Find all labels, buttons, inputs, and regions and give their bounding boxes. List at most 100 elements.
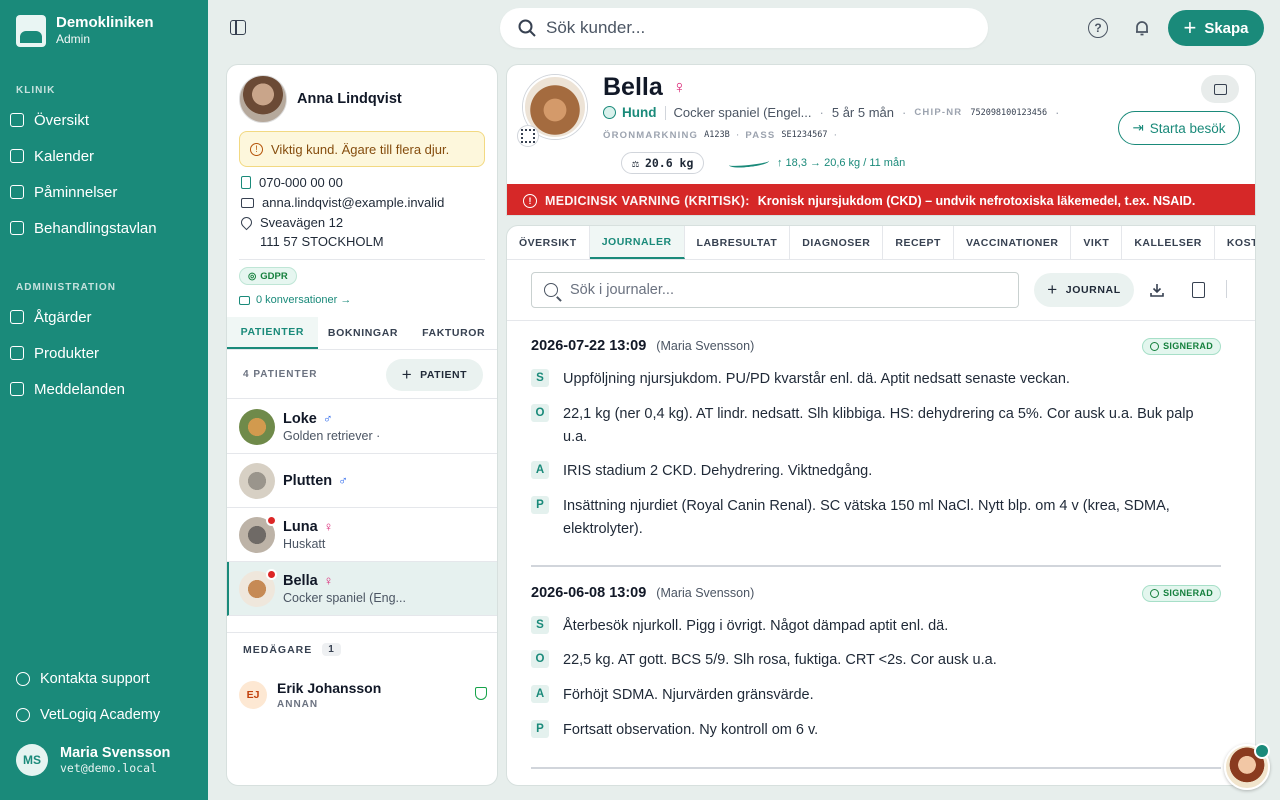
customer-search-input[interactable] [546, 18, 946, 38]
tab-patienter[interactable]: PATIENTER [227, 317, 318, 349]
patients-header: 4 PATIENTER + PATIENT [227, 351, 497, 399]
male-icon: ♂ [338, 473, 348, 488]
document-icon[interactable] [1190, 282, 1206, 298]
sidebar-item-kalender[interactable]: Kalender [8, 141, 200, 171]
clinic-brand[interactable]: Demokliniken Admin [16, 14, 154, 47]
download-icon[interactable] [1149, 282, 1165, 298]
tab-fakturor[interactable]: FAKTUROR [408, 317, 497, 349]
sidebar-item-produkter[interactable]: Produkter [8, 338, 200, 368]
tab-kostnads[interactable]: KOSTNADS [1215, 226, 1255, 259]
patient-age: 5 år 5 mån [831, 105, 895, 120]
box-icon [10, 346, 24, 360]
vip-note: ! Viktig kund. Ägare till flera djur. [239, 131, 485, 167]
soap-objective: O 22,1 kg (ner 0,4 kg). AT lindr. nedsatt… [531, 403, 1221, 449]
owner-email[interactable]: anna.lindqvist@example.invalid [241, 195, 444, 210]
patient-row-luna[interactable]: Luna ♀ Huskatt [227, 508, 497, 562]
journal-entry[interactable]: 2026-06-08 13:09 (Maria Svensson) SIGNER… [531, 583, 1221, 753]
journal-search-input[interactable] [570, 282, 990, 298]
check-circle-icon [1150, 588, 1160, 598]
sidebar-item-paminnelser[interactable]: Påminnelser [8, 177, 200, 207]
signed-badge: SIGNERAD [1142, 584, 1221, 602]
message-button[interactable] [1201, 75, 1239, 103]
patient-title: Bella ♀ [603, 73, 686, 102]
patient-header-card: Bella ♀ Hund Cocker spaniel (Engel... · 5… [506, 64, 1256, 216]
journal-entry[interactable]: 2026-07-22 13:09 (Maria Svensson) SIGNER… [531, 336, 1221, 556]
help-icon[interactable]: ? [1088, 18, 1108, 38]
female-icon: ♀ [323, 519, 334, 534]
patient-breed: Cocker spaniel (Engel... [673, 105, 812, 120]
calendar-icon [10, 149, 24, 163]
journal-panel: ÖVERSIKT JOURNALER LABRESULTAT DIAGNOSER… [506, 225, 1256, 786]
tab-kallelser[interactable]: KALLELSER [1122, 226, 1215, 259]
entry-date: 2026-07-22 13:09 [531, 338, 647, 354]
gdpr-badge[interactable]: ◎ GDPR [239, 267, 297, 285]
tab-journaler[interactable]: JOURNALER [589, 226, 685, 259]
soap-assessment: A IRIS stadium 2 CKD. Dehydrering. Viktne… [531, 460, 1221, 483]
shield-icon: ◎ [248, 270, 257, 282]
divider [1226, 280, 1227, 298]
sidebar-item-atgarder[interactable]: Åtgärder [8, 302, 200, 332]
tab-bokningar[interactable]: BOKNINGAR [318, 317, 409, 349]
journal-toolbar: +JOURNAL [507, 261, 1255, 321]
divider [239, 259, 485, 260]
soap-subjective: S Återbesök njurkoll. Pigg i övrigt. Någo… [531, 615, 1221, 638]
patient-row-bella[interactable]: Bella ♀ Cocker spaniel (Eng... [227, 562, 497, 616]
tab-recept[interactable]: RECEPT [883, 226, 954, 259]
patients-count: 4 PATIENTER [243, 369, 318, 380]
current-user[interactable]: MS Maria Svensson vet@demo.local [16, 744, 170, 776]
coowner-row[interactable]: EJ Erik Johansson ANNAN [239, 675, 487, 715]
sidebar-item-oversikt[interactable]: Översikt [8, 105, 200, 135]
owner-panel: Anna Lindqvist ! Viktig kund. Ägare till… [226, 64, 498, 786]
owner-address: Sveavägen 12 111 57 STOCKHOLM [238, 214, 384, 249]
patient-name: Bella [603, 73, 663, 101]
coowner-role: ANNAN [277, 699, 319, 710]
owner-phone[interactable]: 070-000 00 00 [241, 175, 343, 190]
soap-subjective: S Uppföljning njursjukdom. PU/PD kvarstår… [531, 368, 1221, 391]
patient-row-plutten[interactable]: Plutten ♂ [227, 454, 497, 508]
divider [531, 767, 1221, 769]
customer-search[interactable] [500, 8, 988, 48]
weight-trend: ↑ 18,3 → 20,6 kg / 11 mån [729, 156, 905, 170]
sidebar-item-meddelanden[interactable]: Meddelanden [8, 374, 200, 404]
scale-icon: ⚖ [632, 156, 639, 170]
add-patient-button[interactable]: + PATIENT [385, 358, 483, 391]
weight-chip[interactable]: ⚖ 20.6 kg [621, 152, 705, 174]
owner-header: Anna Lindqvist [239, 75, 402, 123]
check-circle-icon [1150, 341, 1160, 351]
add-journal-button[interactable]: + JOURNAL [1034, 273, 1134, 307]
owner-tabs: PATIENTER BOKNINGAR FAKTUROR [227, 317, 497, 350]
tab-vaccinationer[interactable]: VACCINATIONER [954, 226, 1072, 259]
male-icon: ♂ [322, 411, 333, 426]
journal-search[interactable] [531, 272, 1019, 308]
assistant-badge-icon [1254, 743, 1270, 759]
sidebar-toggle-icon[interactable] [230, 20, 246, 35]
soap-objective: O 22,5 kg. AT gott. BCS 5/9. Slh rosa, fu… [531, 649, 1221, 672]
owner-name[interactable]: Anna Lindqvist [297, 91, 402, 107]
mail-icon [241, 198, 254, 208]
pet-photo [239, 462, 275, 499]
patient-row-loke[interactable]: Loke ♂ Golden retriever · [227, 400, 497, 454]
sidebar-item-behandlingstavlan[interactable]: Behandlingstavlan [8, 213, 200, 243]
start-visit-button[interactable]: ⇥ Starta besök [1118, 111, 1240, 145]
academy-link[interactable]: VetLogiq Academy [16, 707, 160, 723]
tab-oversikt[interactable]: ÖVERSIKT [507, 226, 590, 259]
paw-icon [603, 106, 616, 119]
bell-icon[interactable] [1132, 18, 1152, 38]
soap-plan: P Insättning njurdiet (Royal Canin Renal)… [531, 495, 1221, 541]
conversations-link[interactable]: 0 konversationer → [239, 294, 351, 306]
tab-labresultat[interactable]: LABRESULTAT [685, 226, 791, 259]
divider [227, 632, 497, 633]
sidebar: Demokliniken Admin KLINIK Översikt Kalen… [0, 0, 208, 800]
contact-support-link[interactable]: Kontakta support [16, 671, 150, 687]
owner-avatar [239, 75, 287, 123]
qr-code-icon[interactable] [517, 125, 539, 147]
soap-plan: P Fortsatt observation. Ny kontroll om 6 … [531, 719, 1221, 742]
coowners-header: MEDÄGARE 1 [243, 643, 341, 656]
chat-icon [239, 295, 250, 305]
entry-date: 2026-06-08 13:09 [531, 585, 647, 601]
tab-vikt[interactable]: VIKT [1071, 226, 1123, 259]
create-button[interactable]: + Skapa [1168, 10, 1264, 46]
info-icon: ! [250, 142, 263, 156]
tab-diagnoser[interactable]: DIAGNOSER [790, 226, 884, 259]
shield-icon [475, 687, 487, 700]
